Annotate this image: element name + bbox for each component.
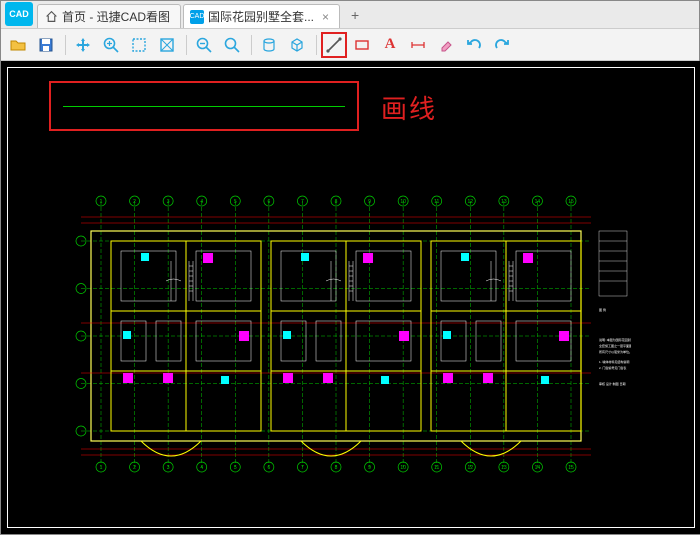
svg-text:3: 3 <box>167 199 170 205</box>
svg-text:所有尺寸以毫米为单位。: 所有尺寸以毫米为单位。 <box>599 349 631 354</box>
svg-text:7: 7 <box>301 465 304 471</box>
svg-text:2. 门窗编号见门窗表: 2. 门窗编号见门窗表 <box>599 365 626 370</box>
drawing-canvas[interactable]: 画线 1122334455667788991010111112121313141… <box>1 61 700 534</box>
svg-text:9: 9 <box>368 465 371 471</box>
svg-text:6: 6 <box>267 199 270 205</box>
eraser-icon <box>437 36 455 54</box>
svg-text:12: 12 <box>468 199 474 205</box>
zoom-window-button[interactable] <box>126 32 152 58</box>
svg-text:15: 15 <box>568 199 574 205</box>
zoom-extent-button[interactable] <box>98 32 124 58</box>
svg-text:说明: 本图为国际花园别墅: 说明: 本图为国际花园别墅 <box>599 337 631 342</box>
undo-button[interactable] <box>461 32 487 58</box>
app-logo: CAD <box>5 2 33 26</box>
magnify-icon <box>223 36 241 54</box>
rect-tool-button[interactable] <box>349 32 375 58</box>
svg-text:11: 11 <box>434 465 439 471</box>
folder-open-icon <box>9 36 27 54</box>
svg-text:3: 3 <box>167 465 170 471</box>
cad-file-icon: CAD <box>190 10 204 24</box>
pan-button[interactable] <box>70 32 96 58</box>
dimension-button[interactable] <box>405 32 431 58</box>
svg-text:15: 15 <box>568 465 574 471</box>
rect-icon <box>353 36 371 54</box>
svg-text:13: 13 <box>501 465 507 471</box>
svg-text:审核 设计 制图 日期: 审核 设计 制图 日期 <box>599 381 626 386</box>
redo-button[interactable] <box>489 32 515 58</box>
svg-text:8: 8 <box>335 199 338 205</box>
main-toolbar: A <box>1 29 699 61</box>
line-tool-button[interactable] <box>321 32 347 58</box>
cube-icon <box>288 36 306 54</box>
tab-label: 国际花园别墅全套... <box>208 8 314 25</box>
svg-text:6: 6 <box>267 465 270 471</box>
svg-text:7: 7 <box>301 199 304 205</box>
svg-text:1. 墙体材料见结构说明: 1. 墙体材料见结构说明 <box>599 359 629 364</box>
redo-icon <box>493 36 511 54</box>
svg-text:4: 4 <box>200 465 203 471</box>
undo-icon <box>465 36 483 54</box>
magnify-minus-icon <box>195 36 213 54</box>
plus-icon: + <box>351 7 359 23</box>
svg-text:13: 13 <box>501 199 507 205</box>
svg-text:11: 11 <box>434 199 439 205</box>
eraser-button[interactable] <box>433 32 459 58</box>
text-tool-button[interactable]: A <box>377 32 403 58</box>
tab-home[interactable]: 首页 - 迅捷CAD看图 <box>37 4 181 28</box>
move-icon <box>74 36 92 54</box>
svg-text:图 例: 图 例 <box>599 307 606 312</box>
tab-label: 首页 - 迅捷CAD看图 <box>62 8 170 25</box>
view3d-button[interactable] <box>256 32 282 58</box>
svg-text:14: 14 <box>535 465 541 471</box>
fit-icon <box>158 36 176 54</box>
line-icon <box>325 36 343 54</box>
svg-text:10: 10 <box>400 465 406 471</box>
text-icon: A <box>385 36 396 53</box>
svg-text:2: 2 <box>133 465 136 471</box>
tab-bar: CAD 首页 - 迅捷CAD看图 CAD 国际花园别墅全套... × + <box>1 1 699 29</box>
annotation-box <box>49 81 359 131</box>
annotation-label: 画线 <box>381 89 437 126</box>
floor-plan: 1122334455667788991010111112121313141415… <box>41 141 631 521</box>
home-icon <box>44 10 58 24</box>
svg-text:1: 1 <box>100 199 103 205</box>
zoom-out-button[interactable] <box>191 32 217 58</box>
svg-text:2: 2 <box>133 199 136 205</box>
svg-text:14: 14 <box>535 199 541 205</box>
close-icon[interactable]: × <box>322 10 329 24</box>
svg-text:全套施工图之一层平面图，: 全套施工图之一层平面图， <box>599 343 631 348</box>
save-button[interactable] <box>33 32 59 58</box>
separator <box>65 35 66 55</box>
svg-text:8: 8 <box>335 465 338 471</box>
svg-text:1: 1 <box>100 465 103 471</box>
cylinder-icon <box>260 36 278 54</box>
svg-text:9: 9 <box>368 199 371 205</box>
new-tab-button[interactable]: + <box>344 4 366 26</box>
svg-text:12: 12 <box>468 465 474 471</box>
cube-button[interactable] <box>284 32 310 58</box>
fit-button[interactable] <box>154 32 180 58</box>
separator <box>316 35 317 55</box>
zoom-in-button[interactable] <box>219 32 245 58</box>
dimension-icon <box>409 36 427 54</box>
select-window-icon <box>130 36 148 54</box>
separator <box>251 35 252 55</box>
separator <box>186 35 187 55</box>
svg-text:10: 10 <box>400 199 406 205</box>
svg-text:5: 5 <box>234 465 237 471</box>
svg-text:4: 4 <box>200 199 203 205</box>
magnify-plus-icon <box>102 36 120 54</box>
drawn-line <box>63 106 345 107</box>
open-button[interactable] <box>5 32 31 58</box>
tab-file[interactable]: CAD 国际花园别墅全套... × <box>183 4 340 28</box>
save-icon <box>37 36 55 54</box>
svg-text:5: 5 <box>234 199 237 205</box>
